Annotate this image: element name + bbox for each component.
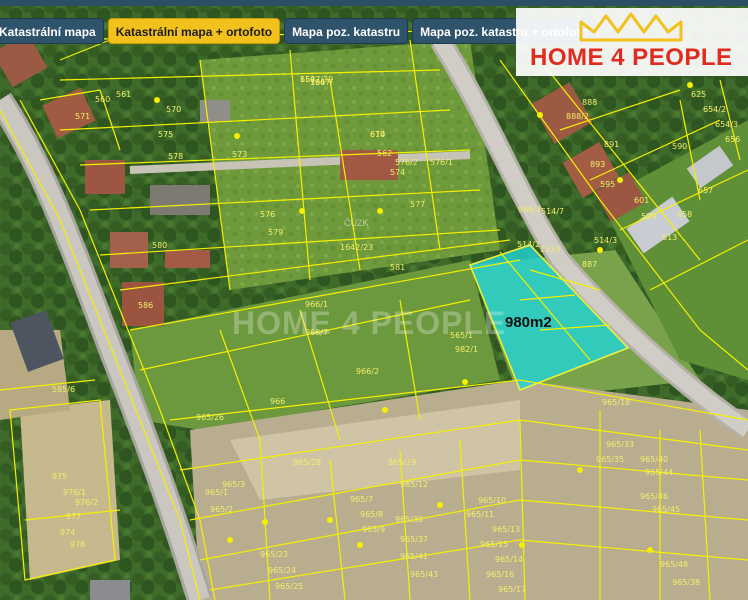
parcel-number-label: 657: [698, 186, 714, 195]
parcel-number-label: 581: [390, 263, 406, 272]
parcel-number-label: 965/35: [596, 455, 625, 464]
source-mark: ČÚZK: [344, 218, 369, 228]
tab-katastralni-mapa-ortofoto[interactable]: Katastrální mapa + ortofoto: [107, 18, 281, 44]
tab-katastralni-mapa[interactable]: Katastrální mapa: [0, 18, 104, 44]
parcel-number-label: 965/2: [210, 505, 234, 514]
parcel-number-label: 654/3: [715, 120, 739, 129]
parcel-number-label: 965/44: [645, 468, 674, 477]
parcel-number-label: 610: [370, 130, 386, 139]
parcel-number-label: 965/28: [293, 458, 322, 467]
parcel-number-label: 965/24: [268, 566, 297, 575]
plot-area-label: 980m2: [505, 314, 552, 331]
parcel-number-label: 965/12: [400, 480, 429, 489]
parcel-number-label: 562: [377, 149, 393, 158]
parcel-number-label: 1642/23: [340, 243, 374, 252]
parcel-number-label: 965/37: [400, 535, 429, 544]
parcel-number-label: 573: [232, 150, 248, 159]
parcel-number-label: 601: [634, 196, 650, 205]
parcel-number-label: 576: [260, 210, 276, 219]
parcel-number-label: 977: [66, 512, 82, 521]
parcel-number-label: 574: [390, 168, 406, 177]
parcel-number-label: 965/40: [640, 455, 669, 464]
parcel-number-label: 965/13: [492, 525, 521, 534]
parcel-number-label: 658: [677, 210, 693, 219]
parcel-number-label: 888/2: [566, 112, 590, 121]
parcel-number-label: 978: [70, 540, 86, 549]
parcel-number-label: 965/9: [362, 525, 386, 534]
parcel-number-label: 966/3: [518, 205, 542, 214]
parcel-number-label: 976/1: [63, 488, 87, 497]
parcel-number-label: 891: [604, 140, 620, 149]
parcel-number-label: 654/2: [703, 105, 727, 114]
parcel-number-label: 565/1: [450, 331, 474, 340]
parcel-number-label: 965/23: [260, 550, 289, 559]
parcel-number-label: 965/15: [480, 540, 509, 549]
parcel-number-label: 579: [268, 228, 284, 237]
parcel-number-label: 965/11: [466, 510, 495, 519]
parcel-number-label: 965/7: [350, 495, 374, 504]
parcel-number-label: 965/18: [602, 398, 631, 407]
parcel-number-label: 965/16: [486, 570, 515, 579]
parcel-number-label: 965/26: [196, 413, 225, 422]
parcel-number-label: 893: [590, 160, 606, 169]
parcel-number-label: 965/41: [400, 552, 429, 561]
parcel-number-label: 966: [270, 397, 286, 406]
parcel-number-label: 576/2: [395, 158, 419, 167]
parcel-number-label: 596: [310, 78, 326, 87]
parcel-number-label: 965/14: [495, 555, 524, 564]
parcel-number-label: 976/2: [75, 498, 99, 507]
parcel-number-label: 625: [691, 90, 707, 99]
logo-text: HOME 4 PEOPLE: [530, 44, 733, 71]
parcel-number-label: 1533: [540, 245, 561, 254]
map-layer-tabs: Katastrální mapa Katastrální mapa + orto…: [0, 18, 596, 44]
parcel-number-label: 965/17: [498, 585, 527, 594]
parcel-number-label: 965/8: [360, 510, 384, 519]
parcel-number-label: 982/1: [455, 345, 479, 354]
parcel-number-label: 965/1: [205, 488, 229, 497]
parcel-number-label: 966/1: [305, 300, 329, 309]
parcel-number-label: 965/45: [652, 505, 681, 514]
parcel-number-label: 965/46: [640, 492, 669, 501]
parcel-number-label: 599: [641, 212, 657, 221]
parcel-number-label: 966/2: [356, 367, 380, 376]
parcel-number-label: 595: [600, 180, 616, 189]
parcel-number-label: 887: [582, 260, 598, 269]
parcel-number-label: 888: [582, 98, 598, 107]
parcel-number-label: 560: [95, 95, 111, 104]
crown-icon: [579, 12, 683, 42]
tab-mapa-poz-katastru[interactable]: Mapa poz. katastru: [284, 18, 409, 44]
parcel-number-label: 965/38: [672, 578, 701, 587]
parcel-number-label: 965/3: [222, 480, 246, 489]
parcel-number-label: 965/43: [410, 570, 439, 579]
parcel-number-label: 578: [168, 152, 184, 161]
parcel-number-label: 575: [158, 130, 174, 139]
parcel-number-label: 966/7: [305, 328, 329, 337]
parcel-number-label: 561: [116, 90, 132, 99]
parcel-number-label: 965/48: [660, 560, 689, 569]
parcel-number-label: 590: [672, 142, 688, 151]
parcel-number-label: 514/2: [517, 240, 541, 249]
parcel-number-label: 586: [138, 301, 154, 310]
parcel-number-label: 570: [166, 105, 182, 114]
parcel-number-label: 965/36: [395, 515, 424, 524]
parcel-number-label: 571: [75, 112, 91, 121]
parcel-number-label: 580: [152, 241, 168, 250]
parcel-number-label: 965/33: [606, 440, 635, 449]
parcel-number-label: 965/10: [478, 496, 507, 505]
logo: HOME 4 PEOPLE: [516, 8, 748, 76]
parcel-number-label: 576/1: [430, 158, 454, 167]
parcel-number-label: 514/3: [594, 236, 618, 245]
parcel-number-label: 577: [410, 200, 426, 209]
parcel-number-label: 974: [60, 528, 76, 537]
top-strip: [0, 0, 748, 6]
parcel-number-label: 613: [662, 233, 678, 242]
parcel-number-label: 585/6: [52, 385, 76, 394]
parcel-number-label: 514/7: [541, 207, 565, 216]
parcel-number-label: 965/29: [388, 458, 417, 467]
parcel-number-label: 656: [725, 135, 741, 144]
parcel-number-label: 975: [52, 472, 68, 481]
parcel-number-label: 965/25: [275, 582, 304, 591]
